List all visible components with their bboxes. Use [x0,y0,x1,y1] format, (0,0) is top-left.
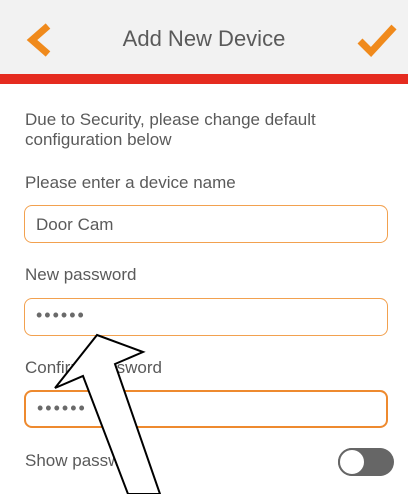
device-name-input[interactable]: Door Cam [24,205,388,243]
header-accent-bar [0,74,408,84]
toggle-knob [338,448,366,476]
new-password-value: •••••• [36,305,86,325]
confirm-password-value: •••••• [37,398,87,418]
page-title: Add New Device [122,26,286,51]
confirm-password-input[interactable]: •••••• [24,390,388,428]
checkmark-icon [357,24,397,58]
security-notice: Due to Security, please change default c… [25,110,316,149]
show-password-label: Show password [25,451,146,470]
confirm-password-label: Confirm password [25,358,162,377]
device-name-label: Please enter a device name [25,173,236,192]
new-password-label: New password [25,265,137,284]
new-password-input[interactable]: •••••• [24,298,388,336]
app-header: Add New Device [0,0,408,74]
show-password-toggle[interactable] [338,448,394,476]
device-name-value: Door Cam [36,215,114,234]
confirm-button[interactable] [356,22,398,58]
